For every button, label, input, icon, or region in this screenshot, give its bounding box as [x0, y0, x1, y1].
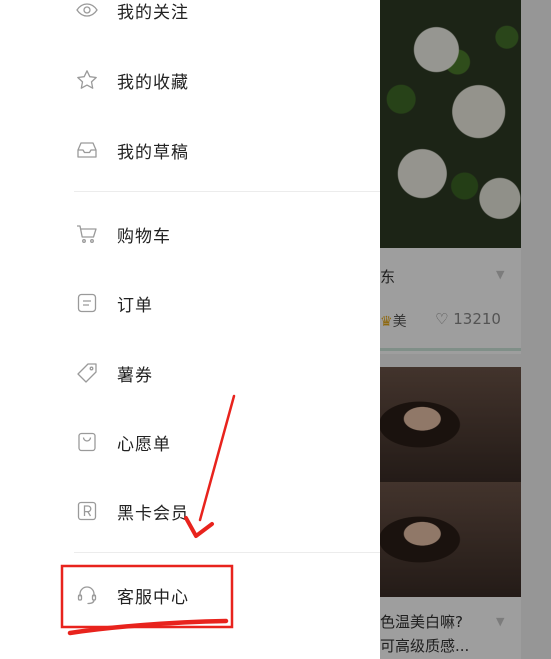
- feed-card-image-portrait-2: [380, 482, 521, 597]
- menu-label-favorites: 我的收藏: [117, 72, 189, 93]
- feed-card-like-count: 13210: [453, 310, 501, 328]
- headset-icon: [74, 582, 100, 608]
- section-divider-2: [74, 552, 380, 553]
- coupon-tag-icon: [74, 360, 100, 386]
- side-drawer: 我的关注 我的收藏 我的草稿 购物车 订单 薯券 心愿单 黑卡会员 客服中心: [0, 0, 380, 659]
- black-card-r-icon: [74, 498, 100, 524]
- feed-card-image: [380, 0, 521, 248]
- feed-card-likes: ♡ 13210: [435, 310, 501, 328]
- cart-icon: [74, 221, 100, 247]
- menu-label-following: 我的关注: [117, 2, 189, 23]
- chevron-down-icon: ▼: [496, 268, 505, 281]
- menu-label-cart: 购物车: [117, 226, 171, 247]
- draft-box-icon: [74, 137, 100, 163]
- menu-item-favorites[interactable]: 我的收藏: [74, 60, 374, 100]
- menu-item-coupons[interactable]: 薯券: [74, 353, 374, 393]
- menu-item-drafts[interactable]: 我的草稿: [74, 130, 374, 170]
- wishlist-bag-icon: [74, 429, 100, 455]
- menu-item-wishlist[interactable]: 心愿单: [74, 422, 374, 462]
- menu-label-coupons: 薯券: [117, 365, 153, 386]
- menu-label-wishlist: 心愿单: [117, 434, 171, 455]
- feed-card-author: ♛美: [380, 311, 407, 331]
- feed-background: 东 ▼ ♛美 ♡ 13210 色温美白嘛? ▼ 可高级质感...: [380, 0, 551, 659]
- menu-label-drafts: 我的草稿: [117, 142, 189, 163]
- chevron-down-icon: ▼: [496, 615, 505, 628]
- section-divider: [74, 191, 380, 192]
- menu-label-orders: 订单: [117, 295, 153, 316]
- feed-card-image-portrait-1: [380, 367, 521, 482]
- star-icon: [74, 67, 100, 93]
- heart-icon: ♡: [435, 310, 449, 328]
- feed-card-2-title-line2: 可高级质感...: [380, 637, 470, 655]
- menu-item-following[interactable]: 我的关注: [74, 0, 374, 30]
- menu-label-customer-service: 客服中心: [117, 587, 189, 608]
- menu-item-customer-service[interactable]: 客服中心: [74, 575, 374, 615]
- order-icon: [74, 290, 100, 316]
- menu-item-orders[interactable]: 订单: [74, 283, 374, 323]
- feed-card-author-name: 美: [392, 314, 407, 330]
- eye-icon: [74, 0, 100, 23]
- feed-card-2: 色温美白嘛? ▼ 可高级质感...: [380, 597, 521, 659]
- feed-card-divider: [380, 348, 521, 351]
- crown-icon: ♛: [380, 314, 393, 330]
- menu-item-black-card[interactable]: 黑卡会员: [74, 491, 374, 531]
- feed-card-title: 东: [380, 268, 396, 286]
- feed-card: 东 ▼ ♛美 ♡ 13210: [380, 248, 521, 354]
- menu-item-cart[interactable]: 购物车: [74, 214, 374, 254]
- menu-label-black-card: 黑卡会员: [117, 503, 189, 524]
- feed-card-2-title-line1: 色温美白嘛?: [380, 613, 463, 631]
